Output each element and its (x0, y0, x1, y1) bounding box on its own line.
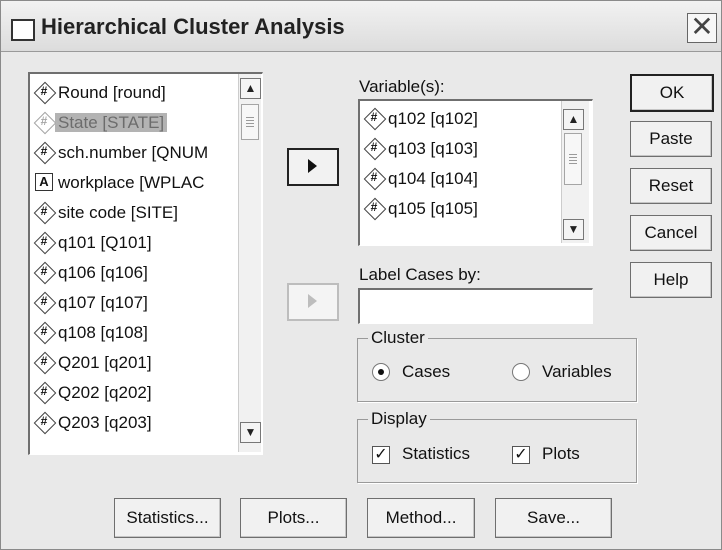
display-group: Display ✓ Statistics ✓ Plots (357, 409, 637, 483)
list-item-label: State [STATE] (55, 113, 168, 132)
source-list-scrollbar[interactable]: ▲ ▼ (238, 74, 261, 452)
list-item[interactable]: # q107 [q107] (33, 288, 148, 317)
list-item-label: q102 [q102] (388, 109, 478, 128)
move-to-label-cases-button[interactable] (287, 283, 339, 321)
source-variable-list[interactable]: # Round [round] # State [STATE] # sch.number … (28, 72, 263, 455)
numeric-variable-icon: # (33, 141, 57, 165)
list-item[interactable]: # Q202 [q202] (33, 378, 152, 407)
window-title: Hierarchical Cluster Analysis (41, 14, 345, 39)
hierarchical-cluster-dialog: Hierarchical Cluster Analysis ✕ # Round [… (0, 0, 722, 550)
reset-button[interactable]: Reset (630, 168, 712, 204)
cases-radio[interactable] (372, 363, 390, 381)
numeric-variable-icon: # (33, 261, 57, 285)
list-item[interactable]: Aworkplace [WPLAC (34, 168, 204, 197)
variables-list-scrollbar[interactable]: ▲ ▼ (561, 101, 589, 243)
list-item-label: workplace [WPLAC (58, 173, 205, 192)
numeric-variable-icon: # (33, 201, 57, 225)
list-item[interactable]: # q102 [q102] (363, 104, 478, 133)
string-variable-icon: A (34, 172, 54, 192)
list-item-label: Q201 [q201] (58, 353, 152, 372)
plots-checkbox-label[interactable]: Plots (542, 444, 580, 464)
list-item-label: site code [SITE] (58, 203, 178, 222)
scroll-down-icon[interactable]: ▼ (240, 422, 261, 443)
list-item[interactable]: # Q203 [q203] (33, 408, 152, 437)
numeric-variable-icon: # (33, 411, 57, 435)
statistics-checkbox-label[interactable]: Statistics (402, 444, 470, 464)
numeric-variable-icon: # (33, 291, 57, 315)
numeric-variable-icon: # (33, 231, 57, 255)
numeric-variable-icon: # (363, 167, 387, 191)
scroll-thumb[interactable] (564, 133, 582, 185)
statistics-checkbox[interactable]: ✓ (372, 446, 390, 464)
variables-list[interactable]: # q102 [q102] # q103 [q103] # q104 [q104] # q10… (358, 99, 593, 246)
list-item[interactable]: # q101 [Q101] (33, 228, 152, 257)
variables-radio[interactable] (512, 363, 530, 381)
list-item[interactable]: # sch.number [QNUM (33, 138, 209, 167)
list-item-label: sch.number [QNUM (58, 143, 209, 162)
list-item[interactable]: # q104 [q104] (363, 164, 478, 193)
variables-radio-label[interactable]: Variables (542, 362, 612, 382)
list-item[interactable]: # State [STATE] (33, 108, 168, 137)
list-item-label: Round [round] (58, 83, 166, 102)
plots-button[interactable]: Plots... (240, 498, 347, 538)
cluster-group: Cluster Cases Variables (357, 328, 637, 402)
help-button[interactable]: Help (630, 262, 712, 298)
list-item[interactable]: # Round [round] (33, 78, 166, 107)
move-to-variables-button[interactable] (287, 148, 339, 186)
numeric-variable-icon: # (33, 111, 57, 135)
list-item[interactable]: # q106 [q106] (33, 258, 148, 287)
cases-label[interactable]: Cases (402, 362, 450, 382)
list-item-label: q103 [q103] (388, 139, 478, 158)
scroll-down-icon[interactable]: ▼ (563, 219, 584, 240)
cancel-button[interactable]: Cancel (630, 215, 712, 251)
scroll-up-icon[interactable]: ▲ (563, 109, 584, 130)
list-item[interactable]: # q103 [q103] (363, 134, 478, 163)
plots-checkbox[interactable]: ✓ (512, 446, 530, 464)
numeric-variable-icon: # (33, 81, 57, 105)
numeric-variable-icon: # (33, 351, 57, 375)
list-item-label: q105 [q105] (388, 199, 478, 218)
right-arrow-icon (308, 294, 317, 308)
ok-button[interactable]: OK (630, 74, 714, 112)
numeric-variable-icon: # (363, 197, 387, 221)
list-item[interactable]: # Q201 [q201] (33, 348, 152, 377)
list-item-label: q104 [q104] (388, 169, 478, 188)
list-item-label: q106 [q106] (58, 263, 148, 282)
label-cases-field[interactable] (358, 288, 593, 324)
save-button[interactable]: Save... (495, 498, 612, 538)
label-cases-label: Label Cases by: (359, 265, 481, 284)
paste-button[interactable]: Paste (630, 121, 712, 157)
numeric-variable-icon: # (33, 381, 57, 405)
list-item[interactable]: # q108 [q108] (33, 318, 148, 347)
numeric-variable-icon: # (33, 321, 57, 345)
close-icon[interactable]: ✕ (687, 13, 717, 43)
list-item-label: Q203 [q203] (58, 413, 152, 432)
list-item-label: q101 [Q101] (58, 233, 152, 252)
numeric-variable-icon: # (363, 107, 387, 131)
display-group-title: Display (368, 409, 430, 429)
scroll-up-icon[interactable]: ▲ (240, 78, 261, 99)
list-item-label: q108 [q108] (58, 323, 148, 342)
list-item-label: Q202 [q202] (58, 383, 152, 402)
scroll-thumb[interactable] (241, 104, 259, 140)
list-item[interactable]: # site code [SITE] (33, 198, 178, 227)
radio-selected-dot (378, 369, 384, 375)
list-item[interactable]: # q105 [q105] (363, 194, 478, 223)
window-icon (11, 19, 35, 41)
statistics-button[interactable]: Statistics... (114, 498, 221, 538)
cluster-group-title: Cluster (368, 328, 428, 348)
numeric-variable-icon: # (363, 137, 387, 161)
right-arrow-icon (308, 159, 317, 173)
list-item-label: q107 [q107] (58, 293, 148, 312)
variables-label: Variable(s): (359, 77, 445, 96)
method-button[interactable]: Method... (367, 498, 475, 538)
title-bar: Hierarchical Cluster Analysis ✕ (1, 1, 721, 52)
